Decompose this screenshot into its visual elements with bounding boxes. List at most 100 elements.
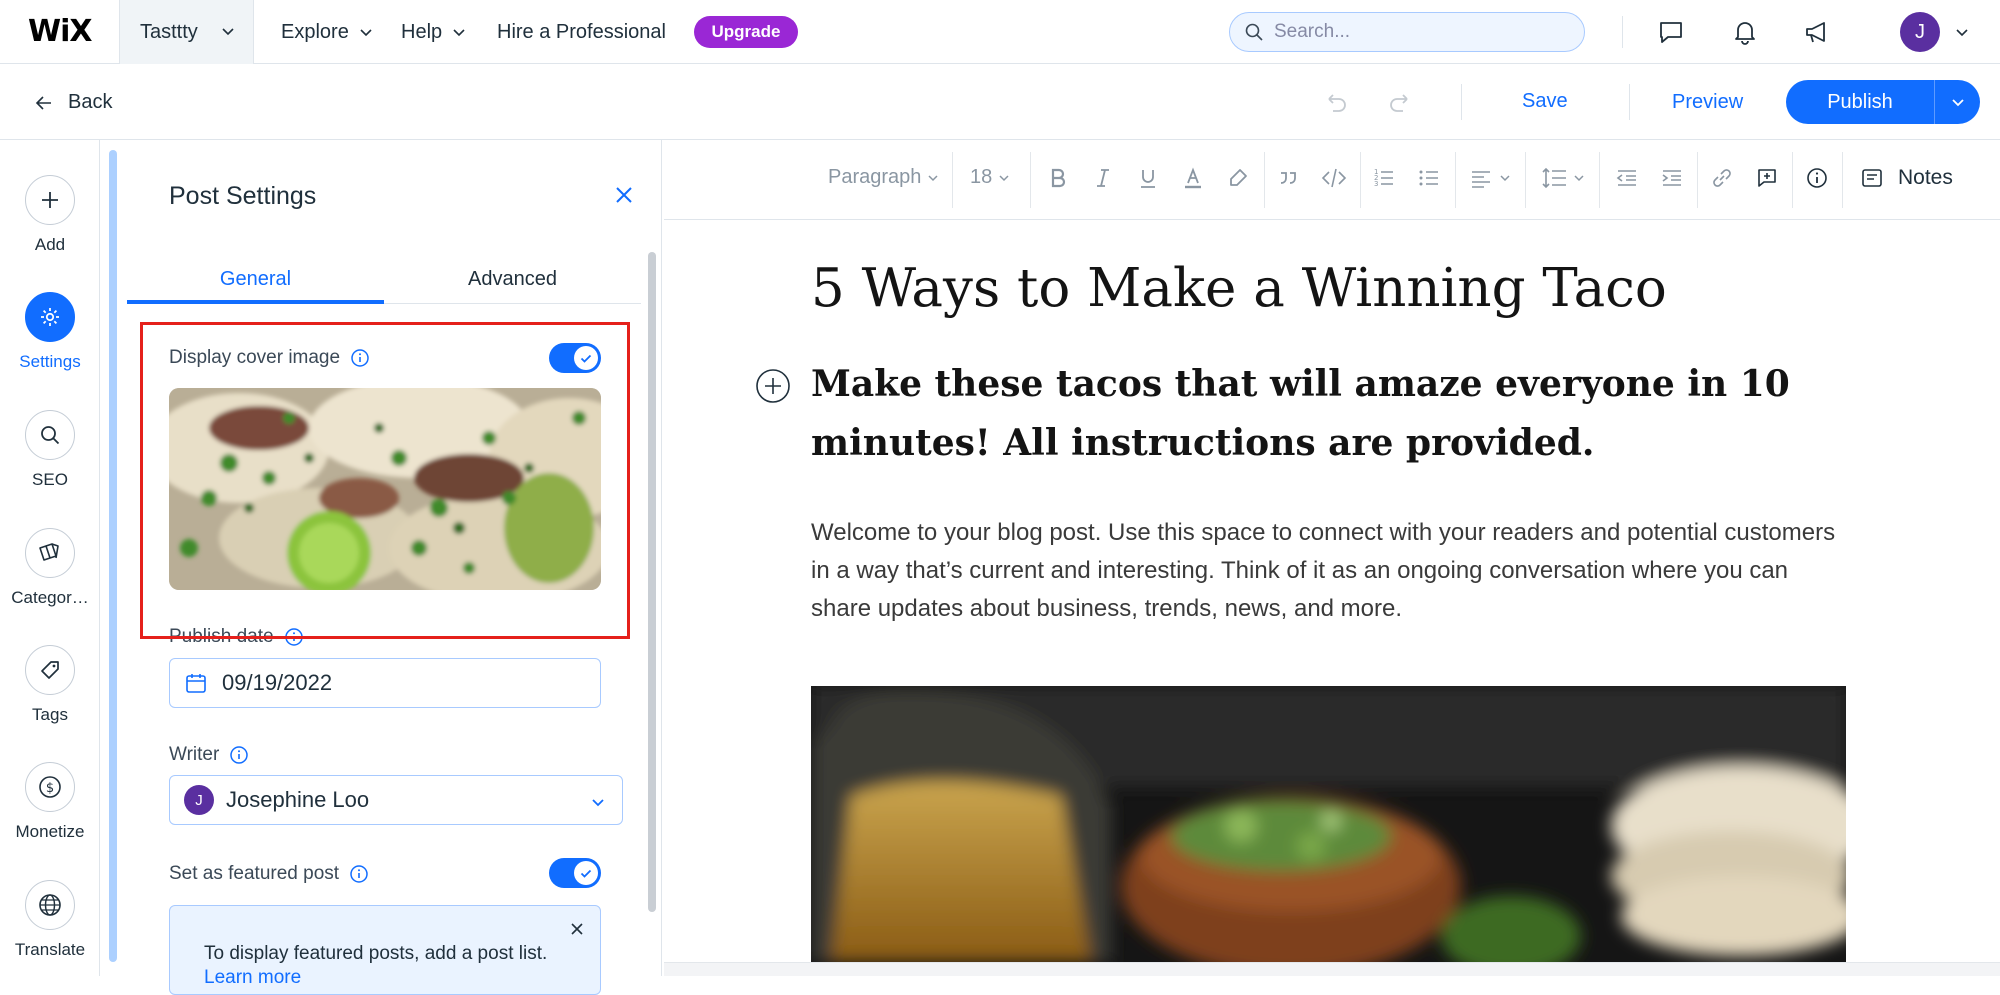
indent-icon[interactable] [1660, 166, 1684, 190]
rail-item-categories[interactable]: Categor… [0, 528, 100, 608]
line-spacing-select[interactable] [1541, 166, 1585, 190]
highlight-icon[interactable] [1226, 166, 1250, 190]
line-spacing-icon [1542, 167, 1566, 189]
rail-item-label: SEO [32, 470, 68, 489]
add-block-icon[interactable] [755, 368, 791, 404]
chevron-down-icon [360, 29, 372, 37]
food-photo [811, 686, 1846, 962]
top-bar: WiX Tasttty Explore Help Hire a Professi… [0, 0, 2000, 64]
post-title[interactable]: 5 Ways to Make a Winning Taco [811, 258, 1667, 319]
search-box[interactable] [1229, 12, 1585, 52]
underline-icon[interactable] [1136, 166, 1160, 190]
rail-item-settings[interactable]: Settings [0, 292, 100, 372]
add-comment-icon[interactable] [1755, 166, 1779, 190]
chat-icon[interactable] [1657, 18, 1685, 46]
rail-scrollbar[interactable] [109, 150, 117, 962]
divider [1792, 152, 1793, 208]
undo-icon[interactable] [1322, 90, 1348, 116]
plus-icon [25, 175, 75, 225]
post-image[interactable] [811, 686, 1846, 962]
rail-item-monetize[interactable]: $ Monetize [0, 762, 100, 842]
divider [1599, 152, 1600, 208]
nav-hire-professional[interactable]: Hire a Professional [497, 0, 666, 64]
text-color-icon[interactable] [1181, 166, 1205, 190]
editor-horizontal-scrollbar[interactable] [664, 962, 2000, 976]
chevron-down-icon [1574, 175, 1584, 182]
align-select[interactable] [1469, 166, 1511, 190]
nav-hire-label: Hire a Professional [497, 20, 666, 43]
notes-button[interactable]: Notes [1860, 166, 1953, 190]
megaphone-icon[interactable] [1803, 18, 1831, 46]
info-icon[interactable] [1805, 166, 1829, 190]
outdent-icon[interactable] [1615, 166, 1639, 190]
featured-label: Set as featured post [169, 863, 340, 884]
paragraph-style-select[interactable]: Paragraph [828, 166, 939, 189]
writer-select[interactable]: J Josephine Loo [169, 775, 623, 825]
nav-explore[interactable]: Explore [281, 0, 373, 64]
publish-button-group: Publish [1786, 80, 1980, 124]
link-icon[interactable] [1710, 166, 1734, 190]
preview-button[interactable]: Preview [1672, 91, 1743, 114]
nav-explore-label: Explore [281, 20, 349, 43]
back-button[interactable]: Back [34, 91, 112, 114]
wix-logo[interactable]: WiX [28, 14, 93, 49]
tab-general[interactable]: General [127, 252, 384, 304]
numbered-list-icon[interactable]: 123 [1372, 166, 1396, 190]
site-name: Tasttty [140, 20, 198, 43]
site-selector[interactable]: Tasttty [119, 0, 254, 64]
publish-button[interactable]: Publish [1786, 91, 1934, 114]
rail-item-seo[interactable]: SEO [0, 410, 100, 490]
rail-item-label: Settings [19, 352, 81, 371]
bullet-list-icon[interactable] [1417, 166, 1441, 190]
chevron-down-icon [999, 174, 1009, 181]
learn-more-link[interactable]: Learn more [204, 967, 301, 988]
quote-icon[interactable] [1276, 166, 1300, 190]
user-avatar[interactable]: J [1900, 12, 1940, 52]
upgrade-button[interactable]: Upgrade [694, 16, 798, 48]
nav-help-label: Help [401, 20, 443, 43]
rail-item-label: Translate [14, 940, 86, 959]
svg-text:$: $ [46, 781, 54, 796]
highlight-box [140, 322, 630, 639]
divider [1264, 152, 1265, 208]
panel-tabs: General Advanced [127, 252, 641, 304]
font-size-select[interactable]: 18 [970, 166, 1010, 189]
info-icon[interactable] [349, 864, 369, 884]
featured-toggle[interactable] [549, 858, 601, 888]
divider [1455, 152, 1456, 208]
publish-date-field[interactable]: 09/19/2022 [169, 658, 601, 708]
close-icon[interactable] [570, 922, 584, 936]
svg-text:3: 3 [1374, 180, 1378, 188]
panel-title: Post Settings [169, 182, 317, 210]
nav-help[interactable]: Help [401, 0, 466, 64]
rail-item-translate[interactable]: Translate [0, 880, 100, 960]
panel-scrollbar[interactable] [648, 252, 656, 912]
notice-text: To display featured posts, add a post li… [204, 943, 548, 964]
publish-options-button[interactable] [1935, 95, 1980, 109]
chevron-down-icon [453, 29, 465, 37]
rail-item-tags[interactable]: Tags [0, 645, 100, 725]
categories-icon [25, 528, 75, 578]
featured-label-row: Set as featured post [169, 863, 369, 885]
back-label: Back [68, 91, 113, 113]
bold-icon[interactable] [1046, 166, 1070, 190]
redo-icon[interactable] [1388, 90, 1414, 116]
bell-icon[interactable] [1731, 18, 1759, 46]
post-subtitle[interactable]: Make these tacos that will amaze everyon… [811, 355, 1851, 473]
search-input[interactable] [1274, 21, 1554, 43]
post-body[interactable]: Welcome to your blog post. Use this spac… [811, 514, 1851, 628]
save-button[interactable]: Save [1522, 90, 1568, 113]
rail-item-add[interactable]: Add [0, 175, 100, 255]
code-icon[interactable] [1321, 166, 1347, 190]
action-bar: Back Save Preview Publish [0, 64, 2000, 140]
arrow-left-icon [35, 95, 51, 110]
italic-icon[interactable] [1091, 166, 1115, 190]
close-icon[interactable] [613, 184, 635, 206]
paragraph-style-label: Paragraph [828, 166, 922, 188]
divider [1030, 152, 1031, 208]
chevron-down-icon [928, 174, 938, 181]
chevron-down-icon[interactable] [1955, 25, 1969, 39]
tab-advanced[interactable]: Advanced [384, 252, 641, 304]
rail-item-label: Tags [32, 705, 68, 724]
info-icon[interactable] [229, 745, 249, 765]
